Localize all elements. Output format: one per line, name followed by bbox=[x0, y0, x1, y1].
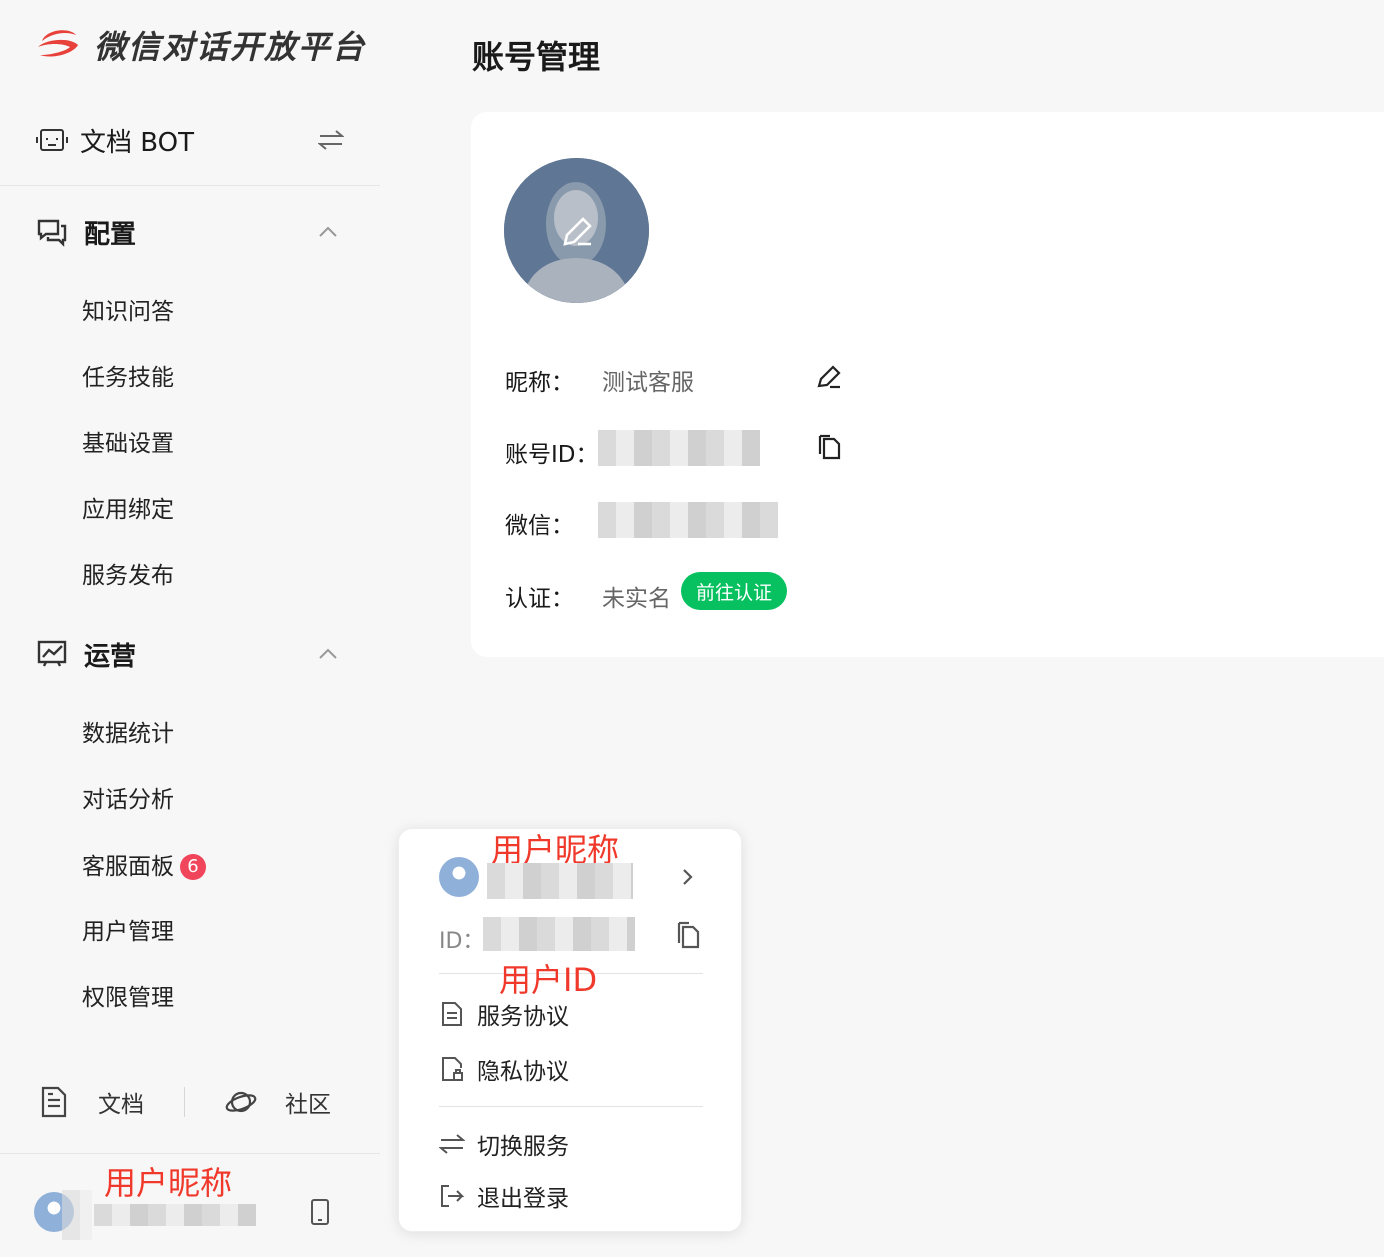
chevron-up-icon[interactable] bbox=[318, 224, 338, 238]
sidebar-item-users[interactable]: 用户管理 bbox=[82, 917, 174, 947]
avatar bbox=[439, 857, 479, 897]
id-label: ID： bbox=[439, 929, 485, 954]
verify-button[interactable]: 前往认证 bbox=[681, 572, 787, 610]
verify-label: 认证： bbox=[505, 586, 574, 612]
user-bar[interactable]: 用户昵称 bbox=[34, 1164, 354, 1242]
nav-group-title: 运营 bbox=[84, 641, 137, 672]
planet-icon bbox=[225, 1091, 257, 1113]
service-agreement-item[interactable]: 服务协议 bbox=[439, 997, 569, 1031]
copy-icon[interactable] bbox=[816, 434, 842, 460]
notification-badge: 6 bbox=[180, 854, 206, 880]
bottom-links: 文档 社区 bbox=[40, 1080, 350, 1124]
sidebar-item-stats[interactable]: 数据统计 bbox=[82, 719, 174, 749]
bot-name: 文档 BOT bbox=[80, 127, 194, 158]
annotation-user-id: 用户ID bbox=[499, 961, 598, 999]
redacted-account-id bbox=[598, 430, 760, 466]
sidebar-item-label: 客服面板 bbox=[82, 854, 174, 880]
user-popup-menu: 用户昵称 ID： 用户ID 服务协议 隐私协议 切换服务 退出登录 bbox=[398, 828, 742, 1232]
redacted-nickname bbox=[94, 1204, 256, 1226]
switch-icon bbox=[439, 1134, 465, 1154]
switch-icon[interactable] bbox=[318, 128, 344, 152]
menu-label: 切换服务 bbox=[477, 1134, 569, 1160]
nav-group-config[interactable]: 配置 bbox=[36, 212, 346, 252]
sidebar-item-skills[interactable]: 任务技能 bbox=[82, 363, 174, 393]
redacted-nickname bbox=[487, 863, 633, 899]
logout-icon bbox=[441, 1185, 465, 1207]
nickname-value: 测试客服 bbox=[602, 370, 694, 396]
doc-icon bbox=[442, 1002, 462, 1026]
divider bbox=[0, 185, 380, 186]
account-card: 昵称： 测试客服 账号ID： 微信： 认证： 未实名 前往认证 bbox=[471, 112, 1384, 657]
app-logo[interactable]: 微信对话开放平台 bbox=[36, 22, 366, 68]
redacted-user-id bbox=[483, 917, 635, 951]
nickname-label: 昵称： bbox=[505, 370, 574, 396]
wechat-label: 微信： bbox=[505, 513, 574, 539]
chat-config-icon bbox=[37, 219, 67, 247]
sidebar-item-dialog-analysis[interactable]: 对话分析 bbox=[82, 785, 174, 815]
bot-selector[interactable]: 文档 BOT bbox=[36, 118, 346, 162]
chevron-up-icon[interactable] bbox=[318, 646, 338, 660]
divider bbox=[439, 1106, 703, 1107]
redacted-wechat bbox=[598, 502, 778, 538]
account-id-label: 账号ID： bbox=[505, 442, 599, 468]
sidebar-item-binding[interactable]: 应用绑定 bbox=[82, 495, 174, 525]
logo-icon bbox=[38, 30, 78, 57]
copy-icon[interactable] bbox=[675, 921, 701, 949]
divider bbox=[0, 1153, 380, 1154]
sidebar-item-cs-panel[interactable]: 客服面板 6 bbox=[82, 852, 206, 882]
annotation-nickname: 用户昵称 bbox=[104, 1164, 233, 1202]
avatar-image bbox=[504, 158, 649, 303]
logout-item[interactable]: 退出登录 bbox=[439, 1179, 569, 1213]
privacy-icon bbox=[442, 1057, 463, 1081]
nav-group-ops[interactable]: 运营 bbox=[36, 634, 346, 674]
redacted-area bbox=[62, 1190, 92, 1240]
phone-icon[interactable] bbox=[310, 1198, 330, 1226]
edit-icon[interactable] bbox=[816, 364, 842, 390]
sidebar-item-settings[interactable]: 基础设置 bbox=[82, 429, 174, 459]
chart-icon bbox=[37, 640, 67, 667]
page-title: 账号管理 bbox=[472, 38, 601, 76]
privacy-agreement-item[interactable]: 隐私协议 bbox=[439, 1052, 569, 1086]
sidebar-item-permissions[interactable]: 权限管理 bbox=[82, 983, 174, 1013]
nav-group-title: 配置 bbox=[84, 219, 137, 250]
doc-icon bbox=[41, 1086, 67, 1118]
docs-link[interactable]: 文档 bbox=[98, 1085, 144, 1119]
divider bbox=[184, 1087, 185, 1117]
switch-service-item[interactable]: 切换服务 bbox=[439, 1127, 569, 1161]
menu-label: 隐私协议 bbox=[477, 1059, 569, 1085]
verify-status: 未实名 bbox=[602, 586, 671, 612]
sidebar: 微信对话开放平台 文档 BOT 配置 知识问答 任务技能 基础设置 应用绑定 服… bbox=[0, 0, 380, 1257]
sidebar-item-qa[interactable]: 知识问答 bbox=[82, 297, 174, 327]
menu-label: 服务协议 bbox=[477, 1004, 569, 1030]
sidebar-item-publish[interactable]: 服务发布 bbox=[82, 561, 174, 591]
community-link[interactable]: 社区 bbox=[285, 1085, 331, 1119]
app-title: 微信对话开放平台 bbox=[94, 28, 367, 66]
bot-icon bbox=[36, 129, 68, 151]
menu-label: 退出登录 bbox=[477, 1186, 569, 1212]
chevron-right-icon[interactable] bbox=[679, 867, 695, 887]
profile-avatar[interactable] bbox=[504, 158, 649, 303]
